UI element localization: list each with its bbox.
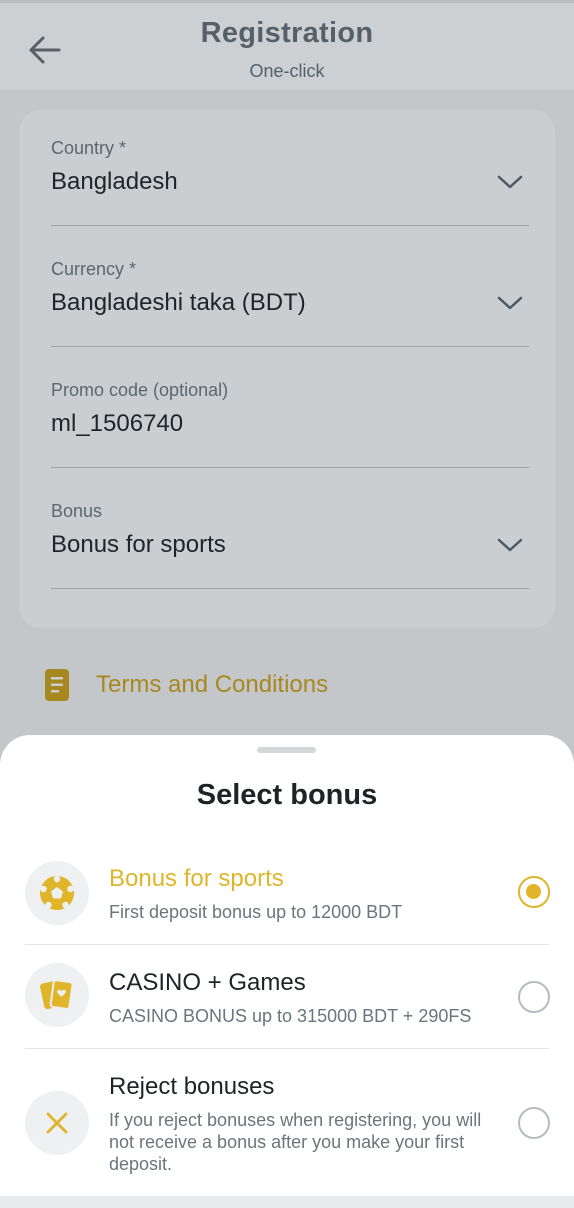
bonus-value: Bonus for sports xyxy=(51,531,226,558)
radio-unselected[interactable] xyxy=(518,1107,550,1139)
bonus-option-reject[interactable]: Reject bonuses If you reject bonuses whe… xyxy=(25,1049,550,1189)
promo-code-value[interactable]: ml_1506740 xyxy=(51,410,183,438)
sheet-title: Select bonus xyxy=(196,779,378,811)
radio-unselected[interactable] xyxy=(518,981,550,1013)
page-subtitle: One-click xyxy=(249,61,325,81)
close-x-icon xyxy=(25,1091,89,1155)
page-title: Registration xyxy=(200,17,374,49)
country-label: Country * xyxy=(51,138,127,158)
country-value: Bangladesh xyxy=(51,168,178,195)
bonus-option-title: Reject bonuses xyxy=(109,1073,275,1100)
chevron-down-icon xyxy=(497,538,523,552)
currency-value: Bangladeshi taka (BDT) xyxy=(51,289,306,316)
bonus-option-title: Bonus for sports xyxy=(109,865,284,892)
soccer-ball-icon xyxy=(25,861,89,925)
radio-selected[interactable] xyxy=(518,876,550,908)
currency-select[interactable]: Currency * Bangladeshi taka (BDT) xyxy=(51,259,529,347)
bottom-strip xyxy=(0,1196,574,1208)
country-select[interactable]: Country * Bangladesh xyxy=(51,138,529,226)
promo-code-field[interactable]: Promo code (optional) ml_1506740 xyxy=(51,380,529,468)
bonus-select[interactable]: Bonus Bonus for sports xyxy=(51,501,529,589)
bonus-option-casino[interactable]: CASINO + Games CASINO BONUS up to 315000… xyxy=(25,945,550,1049)
sheet-drag-handle[interactable] xyxy=(257,747,316,753)
registration-form-card: Country * Bangladesh Currency * Banglade… xyxy=(19,110,555,628)
bonus-option-title: CASINO + Games xyxy=(109,969,306,996)
bonus-option-desc: If you reject bonuses when registering, … xyxy=(109,1110,482,1174)
playing-cards-icon xyxy=(25,963,89,1027)
bonus-option-desc: CASINO BONUS up to 315000 BDT + 290FS xyxy=(109,1006,472,1026)
chevron-down-icon xyxy=(497,175,523,189)
select-bonus-sheet: Select bonus Bonus for sports First depo… xyxy=(0,735,574,1196)
terms-label: Terms and Conditions xyxy=(96,671,329,698)
bonus-option-desc: First deposit bonus up to 12000 BDT xyxy=(109,902,403,922)
bonus-option-sports[interactable]: Bonus for sports First deposit bonus up … xyxy=(25,843,550,945)
currency-label: Currency * xyxy=(51,259,137,279)
bonus-label: Bonus xyxy=(51,501,103,521)
terms-link[interactable]: Terms and Conditions xyxy=(44,668,328,702)
promo-code-label: Promo code (optional) xyxy=(51,380,229,400)
chevron-down-icon xyxy=(497,296,523,310)
document-icon xyxy=(45,669,69,701)
app-header: Registration One-click xyxy=(0,0,574,90)
